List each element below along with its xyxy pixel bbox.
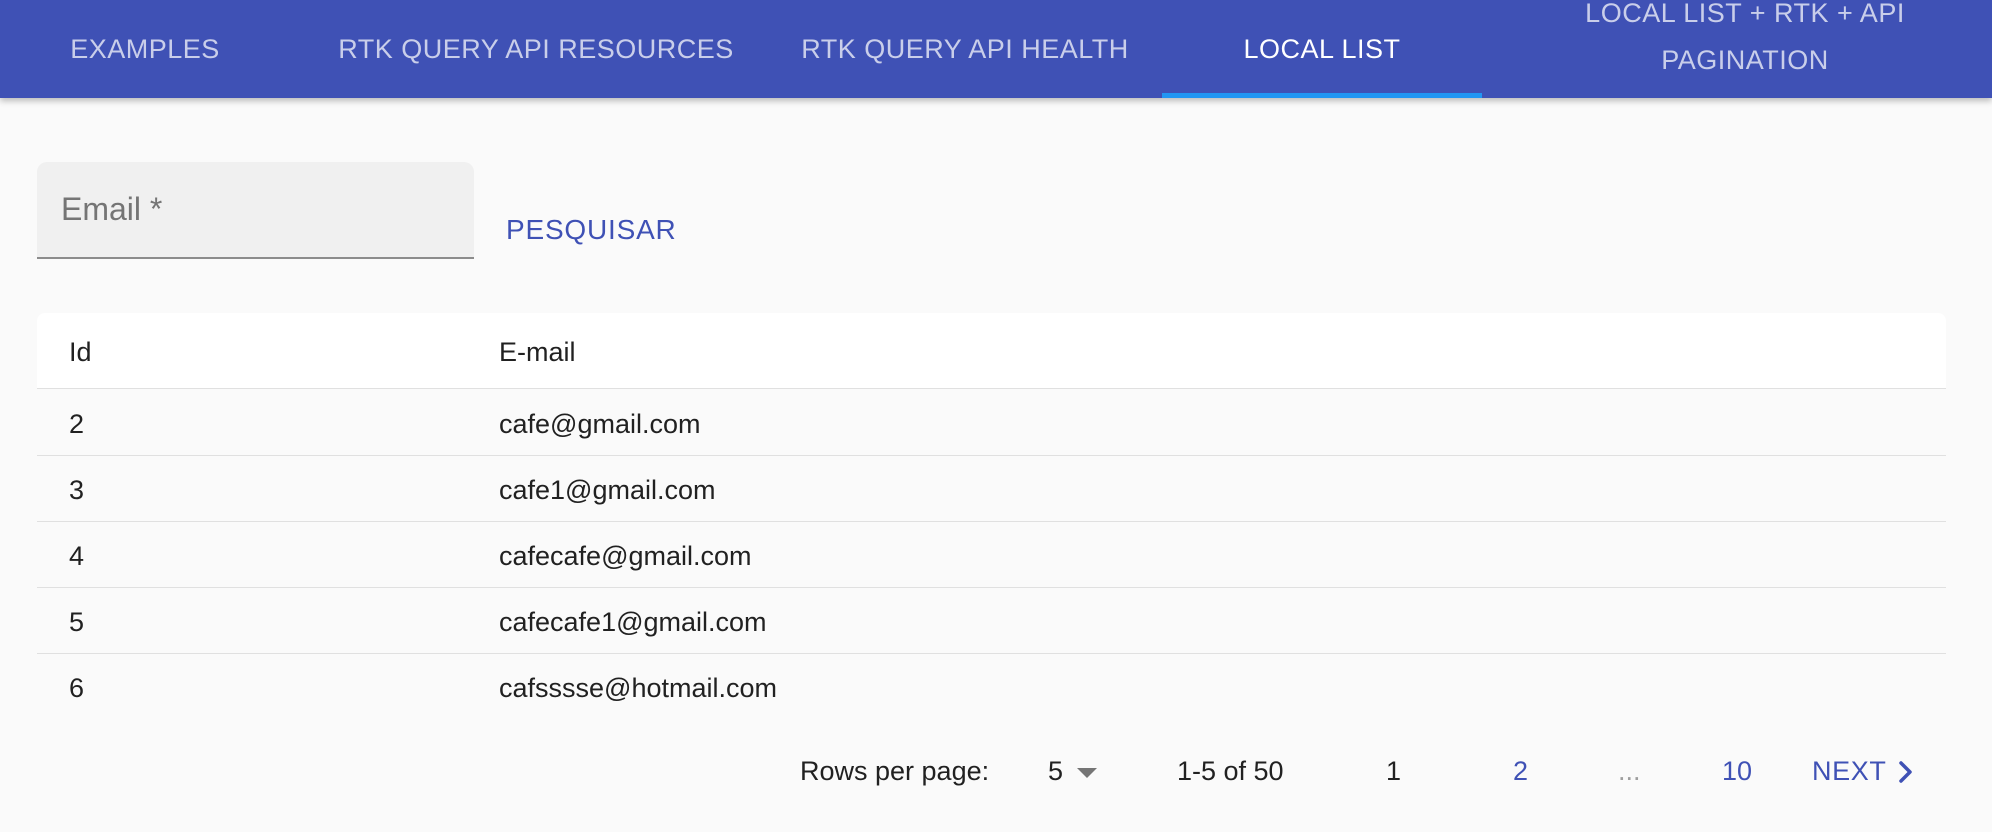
cell-id: 3 (69, 475, 85, 505)
table-row[interactable]: 2 cafe@gmail.com (37, 390, 1946, 456)
pagination-range: 1-5 of 50 (1177, 756, 1284, 786)
cell-email: cafecafe@gmail.com (499, 541, 752, 571)
search-button[interactable]: PESQUISAR (492, 205, 691, 255)
pagination: Rows per page: 5 1-5 of 50 1 2 ... 10 NE… (0, 742, 1992, 798)
cell-email: cafecafe1@gmail.com (499, 607, 767, 637)
tab-rtk-query-api-health[interactable]: RTK QUERY API HEALTH (778, 0, 1152, 98)
cell-id: 5 (69, 607, 85, 637)
table-header: Id E-mail (37, 313, 1946, 389)
tab-label: EXAMPLES (70, 33, 220, 64)
tab-local-list[interactable]: LOCAL LIST (1162, 0, 1482, 98)
tab-rtk-query-api-resources[interactable]: RTK QUERY API RESOURCES (312, 0, 760, 98)
tab-label: RTK QUERY API RESOURCES (338, 33, 734, 64)
page-button-2[interactable]: 2 (1513, 756, 1528, 787)
app-bar: EXAMPLES RTK QUERY API RESOURCES RTK QUE… (0, 0, 1992, 98)
tab-label: RTK QUERY API HEALTH (801, 33, 1129, 64)
chevron-right-icon (1899, 760, 1913, 783)
cell-email: cafsssse@hotmail.com (499, 673, 777, 703)
column-header-id: Id (69, 337, 92, 367)
caret-down-icon (1077, 768, 1098, 778)
tab-label-line-2: PAGINATION (1661, 45, 1829, 75)
next-page-button[interactable]: NEXT (1812, 756, 1914, 787)
cell-id: 6 (69, 673, 85, 703)
cell-id: 4 (69, 541, 85, 571)
column-header-email: E-mail (499, 337, 576, 367)
email-table: Id E-mail 2 cafe@gmail.com 3 cafe1@gmail… (37, 313, 1946, 719)
active-tab-indicator (1162, 93, 1482, 98)
email-input[interactable] (37, 162, 474, 257)
table-row[interactable]: 6 cafsssse@hotmail.com (37, 654, 1946, 719)
cell-id: 2 (69, 409, 85, 439)
page-button-10[interactable]: 10 (1722, 756, 1752, 787)
tab-label: LOCAL LIST (1243, 33, 1401, 64)
page-button-1[interactable]: 1 (1386, 756, 1401, 787)
tab-label-line-1: LOCAL LIST + RTK + API (1585, 0, 1905, 28)
cell-email: cafe@gmail.com (499, 409, 701, 439)
rows-per-page-select[interactable]: 5 (1048, 756, 1098, 787)
rows-per-page-value: 5 (1048, 756, 1064, 786)
table-row[interactable]: 5 cafecafe1@gmail.com (37, 588, 1946, 654)
email-field (37, 162, 474, 259)
tab-examples[interactable]: EXAMPLES (0, 0, 290, 98)
tab-local-list-rtk-api-pagination[interactable]: LOCAL LIST + RTK + API PAGINATION (1490, 0, 1992, 98)
table-row[interactable]: 4 cafecafe@gmail.com (37, 522, 1946, 588)
table-row[interactable]: 3 cafe1@gmail.com (37, 456, 1946, 522)
cell-email: cafe1@gmail.com (499, 475, 716, 505)
next-page-label: NEXT (1812, 756, 1887, 786)
pagination-ellipsis: ... (1618, 756, 1641, 786)
rows-per-page-label: Rows per page: (800, 756, 990, 786)
